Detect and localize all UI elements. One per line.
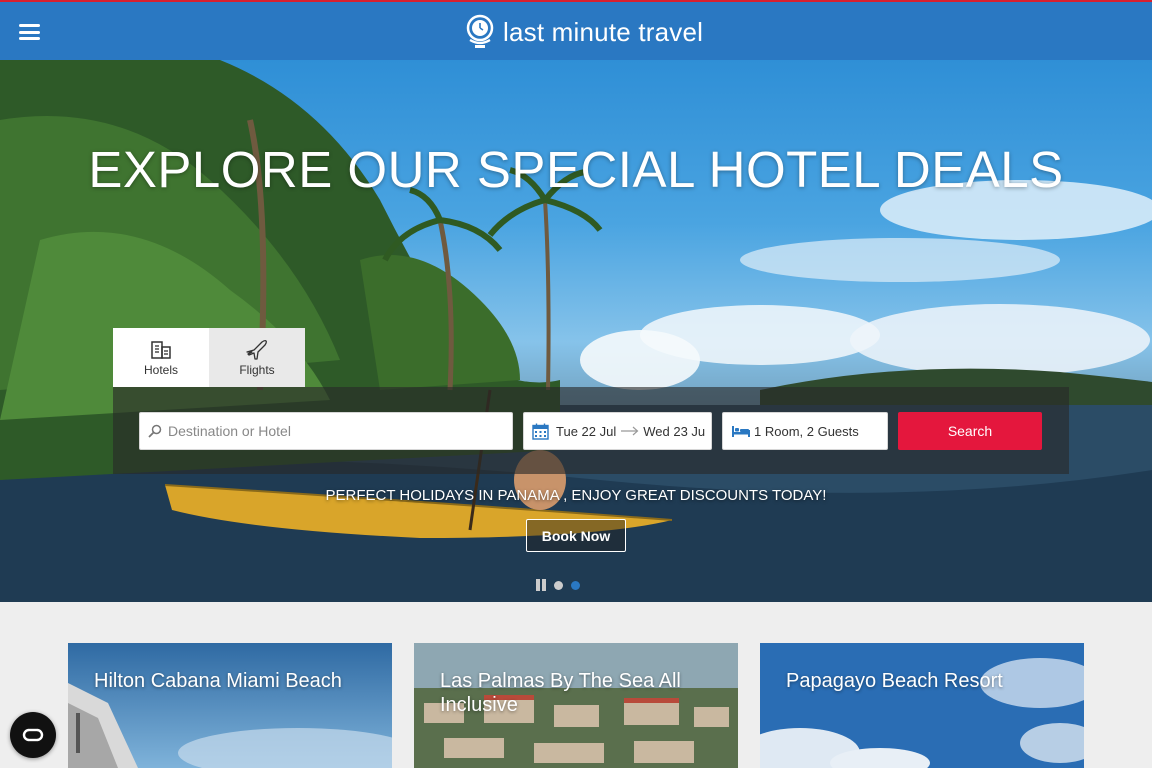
deal-card-papagayo[interactable]: Papagayo Beach Resort <box>760 643 1084 768</box>
carousel-dot-2[interactable] <box>571 580 580 590</box>
deal-card-hilton[interactable]: Hilton Cabana Miami Beach <box>68 643 392 768</box>
deal-image <box>68 643 392 768</box>
hotel-icon <box>151 341 171 359</box>
search-tabs: Hotels Flights <box>113 328 305 387</box>
pause-icon[interactable] <box>536 579 546 591</box>
bed-icon <box>732 426 750 437</box>
plane-icon <box>246 340 267 360</box>
carousel-controls <box>536 579 580 591</box>
tab-flights[interactable]: Flights <box>209 328 305 387</box>
globe-clock-icon <box>466 14 494 48</box>
hero-banner: EXPLORE OUR SPECIAL HOTEL DEALS Hotels F… <box>0 60 1152 602</box>
tab-flights-label: Flights <box>239 363 275 377</box>
top-navigation-bar: last minute travel <box>0 0 1152 60</box>
tab-hotels-label: Hotels <box>143 363 178 377</box>
tab-hotels[interactable]: Hotels <box>113 328 209 387</box>
arrow-right-icon <box>621 426 639 436</box>
deal-title: Las Palmas By The Sea All Inclusive <box>440 670 681 716</box>
hero-title: EXPLORE OUR SPECIAL HOTEL DEALS <box>88 141 1064 198</box>
search-icon <box>148 424 162 438</box>
destination-input[interactable]: Destination or Hotel <box>139 412 513 450</box>
brand-name: last minute travel <box>503 16 704 47</box>
privacy-eye-icon <box>22 728 44 742</box>
date-range-picker[interactable]: Tue 22 Jul Wed 23 Ju <box>523 412 712 450</box>
carousel-dot-1[interactable] <box>554 580 563 590</box>
deal-card-las-palmas[interactable]: Las Palmas By The Sea All Inclusive <box>414 643 738 768</box>
brand-logo[interactable]: last minute travel <box>465 12 703 52</box>
deal-title: Hilton Cabana Miami Beach <box>94 670 342 692</box>
privacy-settings-button[interactable] <box>10 712 56 758</box>
rooms-guests-selector[interactable]: 1 Room, 2 Guests <box>722 412 888 450</box>
search-button[interactable]: Search <box>898 412 1042 450</box>
promo-text: PERFECT HOLIDAYS IN PANAMA , ENJOY GREAT… <box>325 487 827 504</box>
destination-placeholder: Destination or Hotel <box>168 423 291 439</box>
rooms-guests-value: 1 Room, 2 Guests <box>754 423 859 439</box>
hamburger-icon[interactable] <box>19 24 40 40</box>
calendar-icon <box>532 423 549 440</box>
check-out-date: Wed 23 Ju <box>643 423 706 439</box>
check-in-date: Tue 22 Jul <box>556 423 617 439</box>
search-panel: Destination or Hotel Tue 22 Jul Wed 23 J… <box>113 387 1069 474</box>
deal-image <box>760 643 1084 768</box>
deal-title: Papagayo Beach Resort <box>786 670 1003 692</box>
book-now-button[interactable]: Book Now <box>526 519 626 552</box>
